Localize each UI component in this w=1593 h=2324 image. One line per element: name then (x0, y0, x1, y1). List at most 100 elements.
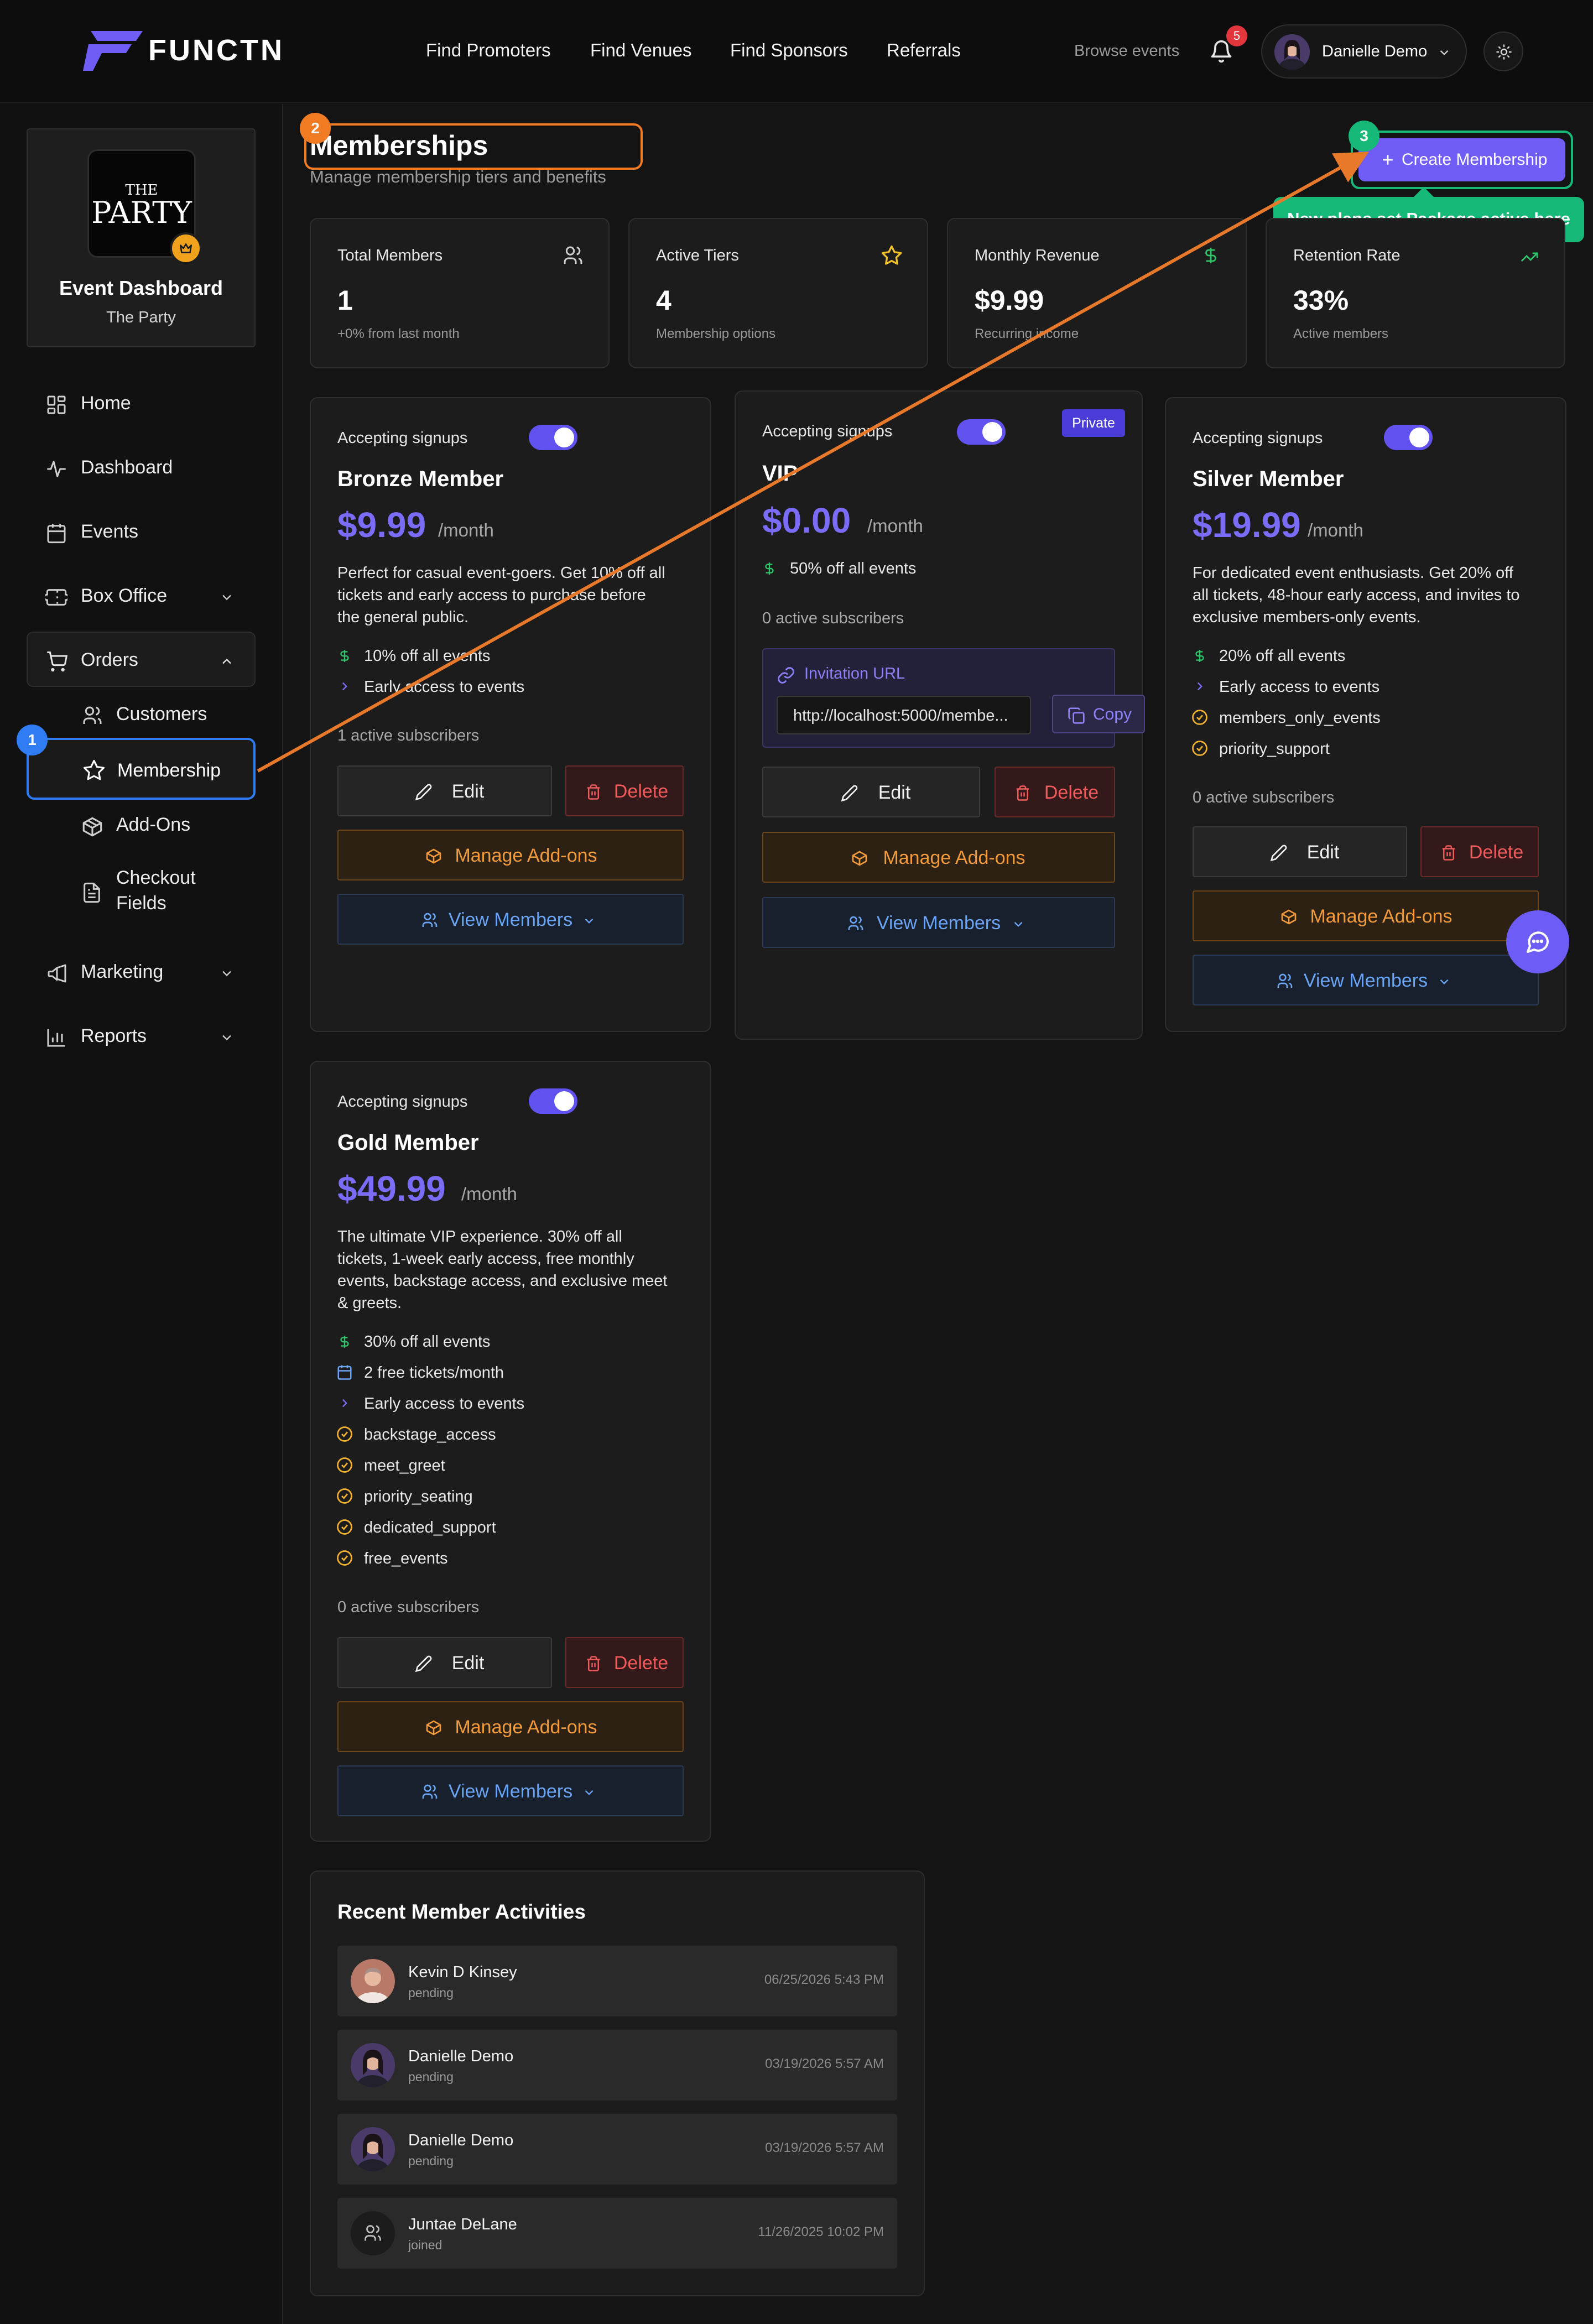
chevron-down-icon (219, 966, 235, 981)
tier-description-line: tickets and early access to purchase bef… (337, 586, 646, 604)
message-circle-icon (1527, 931, 1549, 953)
create-membership-button[interactable]: Create Membership (1358, 138, 1565, 181)
member-name: Juntae DeLane (408, 2216, 517, 2233)
private-badge: Private (1062, 409, 1125, 437)
tier-description-line: the general public. (337, 608, 468, 626)
link-icon (778, 667, 794, 684)
nav-referrals[interactable]: Referrals (887, 40, 961, 61)
browse-events-link[interactable]: Browse events (1074, 42, 1179, 60)
view-members-button[interactable]: View Members (337, 894, 684, 945)
nav-find-sponsors[interactable]: Find Sponsors (730, 40, 848, 61)
trending-up-icon (1518, 248, 1541, 267)
sidebar-item-reports[interactable]: Reports (27, 1008, 256, 1063)
copy-label: Copy (1093, 705, 1132, 723)
view-members-button[interactable]: View Members (337, 1765, 684, 1816)
tier-description-line: & greets. (337, 1294, 402, 1312)
sidebar-item-checkout-fields[interactable]: Checkout Fields (27, 857, 256, 924)
manage-addons-button[interactable]: Manage Add-ons (1193, 890, 1539, 941)
chevron-down-icon (1437, 45, 1451, 60)
tier-feature: Early access to events (364, 678, 525, 696)
chat-button[interactable] (1506, 910, 1569, 973)
activity-status: pending (408, 2070, 454, 2084)
accepting-signups-toggle[interactable] (1384, 425, 1433, 450)
stat-card-retention-rate: Retention Rate 33% Active members (1266, 218, 1565, 368)
stat-card-total-members: Total Members 1 +0% from last month (310, 218, 610, 368)
activity-date: 11/26/2025 10:02 PM (758, 2224, 884, 2239)
tier-feature: 30% off all events (364, 1333, 491, 1351)
activity-date: 03/19/2026 5:57 AM (765, 2140, 884, 2155)
megaphone-icon (45, 962, 69, 984)
stat-subtext: Active members (1293, 326, 1389, 341)
stat-label: Active Tiers (656, 247, 739, 264)
sidebar-item-label: Add-Ons (116, 814, 191, 835)
edit-button[interactable]: Edit (1193, 826, 1407, 877)
edit-label: Edit (1306, 842, 1340, 863)
sidebar-item-label: Marketing (81, 961, 164, 982)
tier-name: VIP (762, 461, 798, 486)
activity-row[interactable]: Danielle Demo pending 03/19/2026 5:57 AM (337, 2114, 897, 2185)
user-avatar (1274, 34, 1310, 70)
delete-label: Delete (613, 1653, 669, 1674)
invitation-url-label: Invitation URL (804, 665, 905, 682)
star-icon (881, 244, 903, 267)
sidebar-item-label: Reports (81, 1025, 147, 1046)
invitation-url-field[interactable]: http://localhost:5000/membe... (777, 696, 1031, 734)
edit-button[interactable]: Edit (337, 765, 552, 816)
nav-find-promoters[interactable]: Find Promoters (426, 40, 551, 61)
sidebar-item-marketing[interactable]: Marketing (27, 944, 256, 999)
edit-label: Edit (451, 1653, 485, 1674)
manage-addons-button[interactable]: Manage Add-ons (337, 1701, 684, 1752)
sidebar-item-membership[interactable]: Membership (27, 738, 256, 800)
users-icon (562, 244, 584, 267)
stat-value: 1 (337, 285, 353, 316)
accepting-signups-toggle[interactable] (529, 425, 577, 450)
sidebar-item-events[interactable]: Events (27, 503, 256, 559)
chevron-right-icon (1193, 679, 1207, 694)
brand-name[interactable]: FUNCTN (148, 33, 284, 67)
activity-icon (45, 458, 67, 480)
sidebar-item-customers[interactable]: Customers (27, 689, 256, 739)
theme-toggle-button[interactable] (1483, 32, 1523, 71)
functn-logo-icon[interactable] (83, 31, 143, 71)
delete-button[interactable]: Delete (1420, 826, 1539, 877)
view-members-button[interactable]: View Members (1193, 955, 1539, 1005)
delete-button[interactable]: Delete (565, 765, 684, 816)
toggle-knob (1409, 428, 1429, 447)
edit-button[interactable]: Edit (762, 767, 980, 817)
sidebar-item-orders[interactable]: Orders (27, 632, 256, 687)
stat-label: Retention Rate (1293, 247, 1401, 264)
tier-description-line: Perfect for casual event-goers. Get 10% … (337, 564, 665, 582)
chevron-down-icon (1440, 979, 1449, 984)
copy-url-button[interactable]: Copy (1052, 695, 1145, 733)
copy-icon (1068, 707, 1085, 724)
accepting-signups-toggle[interactable] (529, 1088, 577, 1114)
tier-name: Gold Member (337, 1130, 479, 1155)
notification-count-badge: 5 (1226, 25, 1247, 46)
activity-row[interactable]: Danielle Demo pending 03/19/2026 5:57 AM (337, 2030, 897, 2101)
user-menu[interactable]: Danielle Demo (1261, 24, 1467, 79)
activity-row[interactable]: Juntae DeLane joined 11/26/2025 10:02 PM (337, 2198, 897, 2269)
check-circle-icon (336, 1457, 353, 1473)
stat-subtext: Membership options (656, 326, 776, 341)
tier-feature: meet_greet (364, 1457, 445, 1474)
sidebar-item-dashboard[interactable]: Dashboard (27, 439, 256, 494)
delete-button[interactable]: Delete (995, 767, 1115, 817)
activity-row[interactable]: Kevin D Kinsey pending 06/25/2026 5:43 P… (337, 1946, 897, 2016)
tier-description-line: exclusive members-only events. (1193, 608, 1421, 626)
tier-feature: 10% off all events (364, 647, 491, 665)
delete-button[interactable]: Delete (565, 1637, 684, 1688)
accepting-signups-toggle[interactable] (957, 419, 1006, 445)
sidebar-item-addons[interactable]: Add-Ons (27, 800, 256, 850)
nav-find-venues[interactable]: Find Venues (590, 40, 691, 61)
view-members-button[interactable]: View Members (762, 897, 1115, 948)
sidebar-item-box-office[interactable]: Box Office (27, 567, 256, 623)
sidebar-item-home[interactable]: Home (27, 375, 256, 430)
annotation-step-badge-3: 3 (1349, 121, 1379, 152)
page-subtitle: Manage membership tiers and benefits (310, 167, 606, 186)
layout-grid-icon (45, 394, 67, 416)
price-period: /month (867, 515, 923, 536)
tier-feature: 2 free tickets/month (364, 1364, 504, 1382)
manage-addons-button[interactable]: Manage Add-ons (337, 830, 684, 880)
edit-button[interactable]: Edit (337, 1637, 552, 1688)
manage-addons-button[interactable]: Manage Add-ons (762, 832, 1115, 883)
